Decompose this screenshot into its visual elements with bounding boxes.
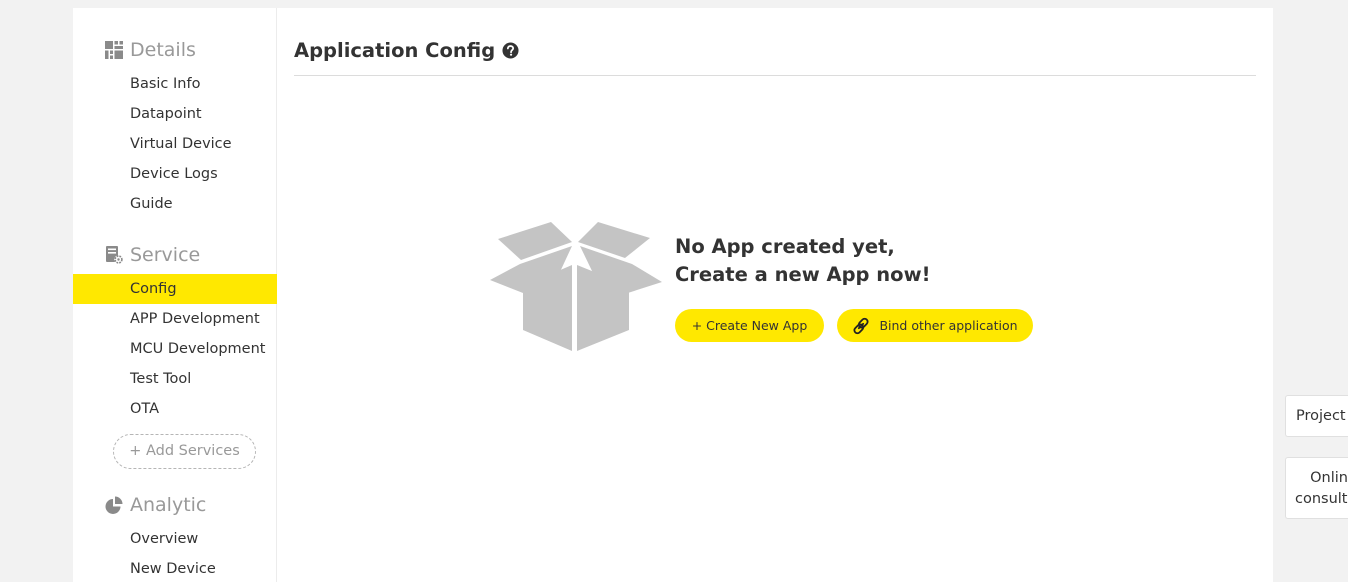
add-services-button[interactable]: + Add Services <box>113 434 256 469</box>
floating-online-consultation-button[interactable]: Onlin consulta <box>1285 457 1348 519</box>
section-analytic-label: Analytic <box>130 494 207 516</box>
sidebar-item-virtual-device[interactable]: Virtual Device <box>73 129 277 159</box>
sidebar: Details Basic Info Datapoint Virtual Dev… <box>73 8 277 582</box>
floating-online-line1: Onlin <box>1310 470 1348 486</box>
main-panel: Application Config No App created yet, C… <box>294 8 1256 582</box>
create-new-app-button[interactable]: + Create New App <box>675 309 824 342</box>
sidebar-item-basic-info[interactable]: Basic Info <box>73 69 277 99</box>
sidebar-item-app-development[interactable]: APP Development <box>73 304 277 334</box>
page-title-text: Application Config <box>294 38 496 62</box>
server-gear-icon <box>106 246 123 264</box>
page-title: Application Config <box>294 35 519 65</box>
sidebar-item-mcu-development[interactable]: MCU Development <box>73 334 277 364</box>
bind-other-application-label: Bind other application <box>879 318 1018 333</box>
dashboard-grid-icon <box>105 41 123 59</box>
sidebar-item-test-tool[interactable]: Test Tool <box>73 364 277 394</box>
empty-state-message: No App created yet, Create a new App now… <box>675 233 995 289</box>
sidebar-item-device-logs[interactable]: Device Logs <box>73 159 277 189</box>
question-circle-icon[interactable] <box>502 41 519 59</box>
sidebar-item-datapoint[interactable]: Datapoint <box>73 99 277 129</box>
sidebar-item-ota[interactable]: OTA <box>73 394 277 424</box>
floating-project-button[interactable]: Project <box>1285 395 1348 437</box>
floating-online-line2: consulta <box>1295 491 1348 507</box>
content-card: Details Basic Info Datapoint Virtual Dev… <box>73 8 1273 582</box>
empty-state-line2: Create a new App now! <box>675 263 931 286</box>
title-divider <box>294 75 1256 76</box>
link-icon <box>853 317 869 334</box>
open-box-icon <box>490 222 662 351</box>
bind-other-application-button[interactable]: Bind other application <box>837 309 1033 342</box>
pie-chart-icon <box>105 496 123 514</box>
section-details-header: Details <box>105 37 196 63</box>
sidebar-item-new-device[interactable]: New Device <box>73 554 277 582</box>
empty-state-line1: No App created yet, <box>675 235 895 258</box>
section-service-label: Service <box>130 244 201 266</box>
section-analytic-header: Analytic <box>105 492 206 518</box>
section-service-header: Service <box>105 242 200 268</box>
section-details-label: Details <box>130 39 196 61</box>
sidebar-item-overview[interactable]: Overview <box>73 524 277 554</box>
sidebar-item-config[interactable]: Config <box>73 274 277 304</box>
sidebar-item-guide[interactable]: Guide <box>73 189 277 219</box>
